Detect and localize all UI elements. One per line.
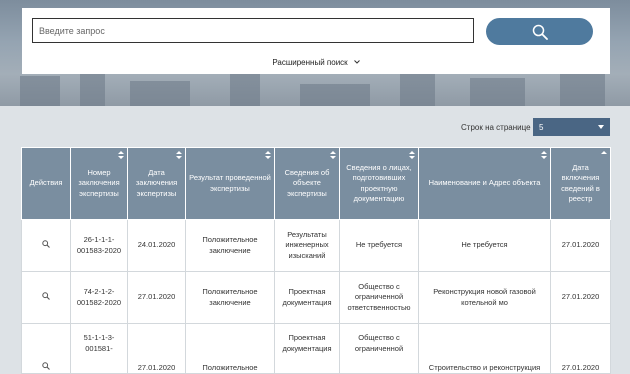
- cell-registry-date: 27.01.2020: [550, 271, 611, 324]
- table-row[interactable]: 26-1-1-1-001583-2020 24.01.2020 Положите…: [21, 219, 611, 272]
- cell-persons: Не требуется: [339, 219, 419, 272]
- col-date[interactable]: Дата заключения экспертизы: [127, 147, 186, 220]
- cell-object: Проектная документация: [274, 271, 340, 324]
- cell-number: 74-2-1-2-001582-2020: [70, 271, 128, 324]
- caret-down-icon: [598, 125, 604, 129]
- rows-per-page-value: 5: [539, 122, 544, 132]
- search-button[interactable]: [486, 18, 593, 45]
- sort-asc-icon[interactable]: [601, 151, 607, 159]
- rows-per-page-select[interactable]: 5: [533, 118, 610, 136]
- cell-registry-date: 27.01.2020: [550, 323, 611, 374]
- cell-result: Положительное заключение: [185, 271, 275, 324]
- hero-banner: Расширенный поиск: [0, 0, 630, 106]
- sort-icon[interactable]: [176, 151, 182, 159]
- table-row[interactable]: 51-1-1-3-001581- 27.01.2020 Положительно…: [21, 323, 611, 374]
- cell-result: Положительное: [185, 323, 275, 374]
- view-icon[interactable]: [42, 292, 50, 300]
- advanced-search-toggle[interactable]: Расширенный поиск: [22, 56, 610, 68]
- search-icon: [532, 24, 548, 40]
- view-icon[interactable]: [42, 240, 50, 248]
- cell-name-address: Реконструкция новой газовой котельной мо: [418, 271, 551, 324]
- rows-per-page-label: Строк на странице: [461, 123, 531, 132]
- row-actions: [21, 271, 71, 324]
- table-header-row: Действия Номер заключения экспертизы Дат…: [21, 147, 611, 220]
- sort-icon[interactable]: [118, 151, 124, 159]
- results-table: Действия Номер заключения экспертизы Дат…: [21, 147, 611, 374]
- cell-number: 51-1-1-3-001581-: [70, 323, 128, 374]
- view-icon[interactable]: [42, 361, 50, 370]
- cell-date: 27.01.2020: [127, 271, 186, 324]
- table-row[interactable]: 74-2-1-2-001582-2020 27.01.2020 Положите…: [21, 271, 611, 324]
- col-result[interactable]: Результат проведенной экспертизы: [185, 147, 275, 220]
- col-registry-date[interactable]: Дата включения сведений в реестр: [550, 147, 611, 220]
- chevron-down-icon: [353, 60, 360, 64]
- cell-name-address: Строительство и реконструкция: [418, 323, 551, 374]
- col-name-address[interactable]: Наименование и Адрес объекта: [418, 147, 551, 220]
- sort-icon[interactable]: [330, 151, 336, 159]
- col-persons[interactable]: Сведения о лицах, подготовивших проектну…: [339, 147, 419, 220]
- col-number[interactable]: Номер заключения экспертизы: [70, 147, 128, 220]
- cell-number: 26-1-1-1-001583-2020: [70, 219, 128, 272]
- col-actions: Действия: [21, 147, 71, 220]
- sort-icon[interactable]: [409, 151, 415, 159]
- cell-result: Положительное заключение: [185, 219, 275, 272]
- row-actions: [21, 323, 71, 374]
- cell-object: Проектная документация: [274, 323, 340, 374]
- cell-date: 24.01.2020: [127, 219, 186, 272]
- row-actions: [21, 219, 71, 272]
- search-input[interactable]: [32, 18, 474, 43]
- cell-date: 27.01.2020: [127, 323, 186, 374]
- cell-name-address: Не требуется: [418, 219, 551, 272]
- sort-icon[interactable]: [541, 151, 547, 159]
- advanced-search-label: Расширенный поиск: [272, 57, 348, 67]
- sort-icon[interactable]: [265, 151, 271, 159]
- cell-object: Результаты инженерных изысканий: [274, 219, 340, 272]
- cell-persons: Общество с ограниченной ответственностью: [339, 271, 419, 324]
- cell-registry-date: 27.01.2020: [550, 219, 611, 272]
- search-card: Расширенный поиск: [22, 8, 610, 74]
- col-object[interactable]: Сведения об объекте экспертизы: [274, 147, 340, 220]
- cell-persons: Общество с ограниченной: [339, 323, 419, 374]
